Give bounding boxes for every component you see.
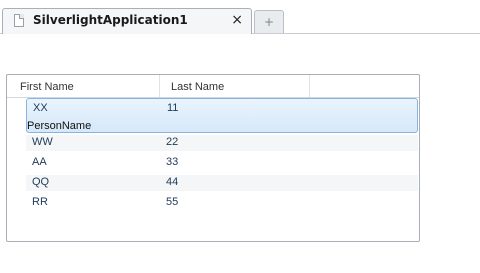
cell-last-name: 22 <box>166 136 179 148</box>
column-header-first-name[interactable]: First Name <box>7 75 160 97</box>
grid-header: First Name Last Name <box>7 75 419 98</box>
cell-last-name: 11 <box>167 102 179 114</box>
table-row[interactable]: RR 55 <box>26 195 418 211</box>
cell-first-name: AA <box>32 156 47 168</box>
browser-tab[interactable]: SilverlightApplication1 × <box>2 8 252 34</box>
column-header-last-name[interactable]: Last Name <box>160 75 310 97</box>
table-row[interactable]: AA 33 <box>26 155 418 171</box>
cell-first-name: WW <box>32 136 53 148</box>
close-tab-icon[interactable]: × <box>231 12 243 28</box>
cell-last-name: 33 <box>166 156 179 168</box>
new-tab-icon: + <box>263 15 275 29</box>
row-details: PersonName <box>27 120 92 132</box>
cell-last-name: 55 <box>166 196 179 208</box>
table-row[interactable]: WW 22 <box>26 135 418 151</box>
cell-first-name: QQ <box>32 176 50 188</box>
page-icon <box>14 14 24 27</box>
cell-first-name: RR <box>32 196 48 208</box>
tab-title: SilverlightApplication1 <box>33 13 188 27</box>
cell-first-name: XX <box>33 102 48 114</box>
cell-last-name: 44 <box>166 176 179 188</box>
selected-row[interactable]: XX 11 PersonName <box>26 98 418 133</box>
table-row[interactable]: QQ 44 <box>26 175 418 191</box>
new-tab-button[interactable]: + <box>254 10 284 33</box>
browser-tab-strip: SilverlightApplication1 × + <box>0 0 480 36</box>
person-datagrid[interactable]: First Name Last Name XX 11 PersonName WW… <box>6 74 420 242</box>
